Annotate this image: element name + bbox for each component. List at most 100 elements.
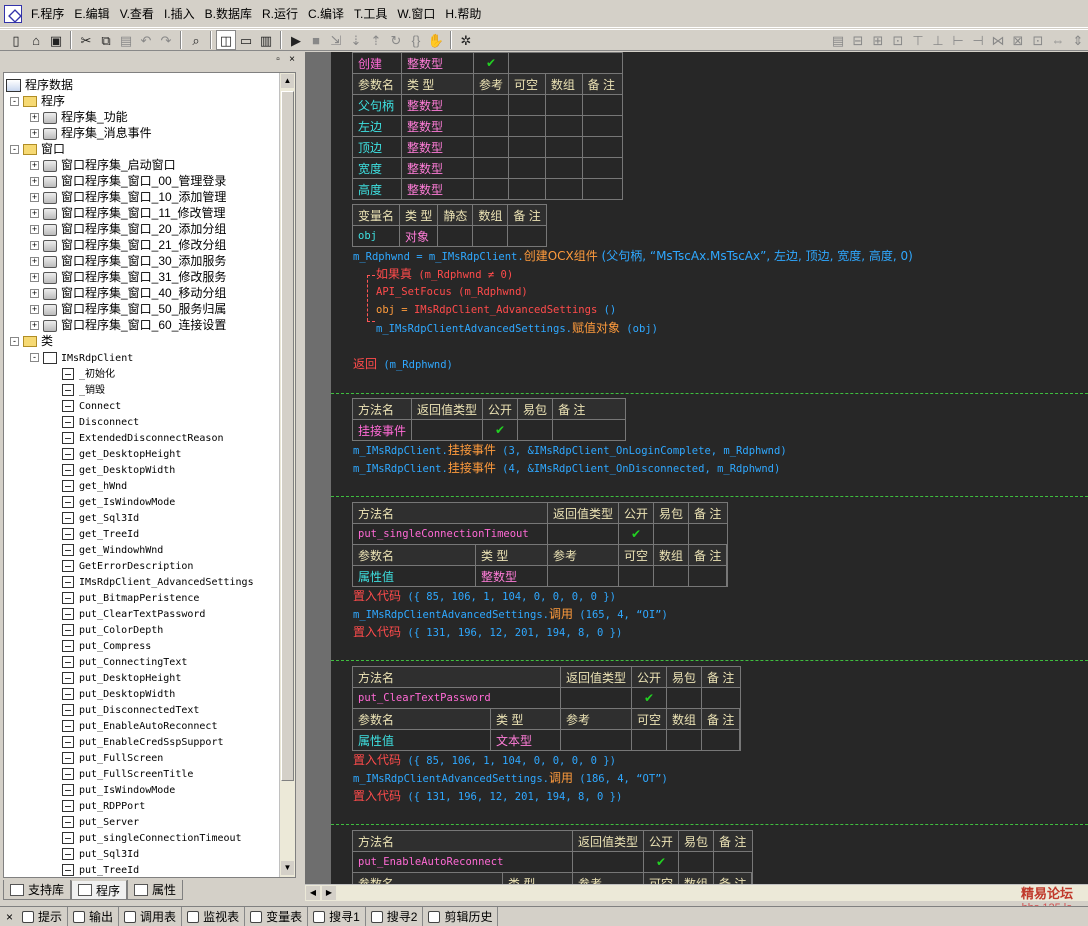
tree-item-window[interactable]: + 窗口程序集_窗口_21_修改分组 bbox=[30, 237, 226, 253]
tree-item-method[interactable]: get_Sql3Id bbox=[62, 509, 139, 525]
sub-name[interactable]: 创建 bbox=[352, 52, 402, 74]
tree-item-method[interactable]: get_hWnd bbox=[62, 477, 127, 493]
hspace-icon[interactable]: ⊠ bbox=[1008, 30, 1028, 50]
align-center-icon[interactable]: ⊞ bbox=[868, 30, 888, 50]
tab-hint[interactable]: 提示 bbox=[17, 906, 69, 926]
collapse-icon[interactable]: - bbox=[10, 145, 19, 155]
align-bottom-icon[interactable]: ⊢ bbox=[948, 30, 968, 50]
tree-item-method[interactable]: Connect bbox=[62, 397, 121, 413]
align-right-icon[interactable]: ⊡ bbox=[888, 30, 908, 50]
code-line[interactable]: m_IMsRdpClientAdvancedSettings.调用 (165, … bbox=[353, 607, 668, 622]
tree-item-method[interactable]: put_FullScreenTitle bbox=[62, 765, 193, 781]
param-type[interactable]: 文本型 bbox=[490, 729, 561, 751]
sub-return-type[interactable]: 整数型 bbox=[401, 52, 474, 74]
vspace-icon[interactable]: ⊡ bbox=[1028, 30, 1048, 50]
menu-tools[interactable]: T.工具 bbox=[349, 4, 392, 24]
step-out-icon[interactable]: ⇡ bbox=[366, 30, 386, 50]
folder-window[interactable]: - 窗口 bbox=[10, 141, 65, 157]
find-icon[interactable]: ⌕ bbox=[186, 30, 206, 50]
expand-icon[interactable]: + bbox=[30, 129, 39, 139]
tab-variables[interactable]: 变量表 bbox=[245, 906, 309, 926]
align-middle-icon[interactable]: ⊥ bbox=[928, 30, 948, 50]
param-name[interactable]: 父句柄 bbox=[352, 94, 402, 116]
menu-window[interactable]: W.窗口 bbox=[392, 4, 440, 24]
tree-item-method[interactable]: put_DesktopHeight bbox=[62, 669, 181, 685]
public-check[interactable]: ✔ bbox=[631, 687, 668, 709]
align-left-icon[interactable]: ⊟ bbox=[848, 30, 868, 50]
tree-item-method[interactable]: GetErrorDescription bbox=[62, 557, 193, 573]
cut-icon[interactable]: ✂ bbox=[76, 30, 96, 50]
tree-item-method[interactable]: put_Sql3Id bbox=[62, 845, 139, 861]
layout-side-icon[interactable]: ▥ bbox=[256, 30, 276, 50]
tree-item-method[interactable]: put_ClearTextPassword bbox=[62, 605, 205, 621]
expand-icon[interactable]: + bbox=[30, 161, 39, 171]
tree-item-method[interactable]: put_IsWindowMode bbox=[62, 781, 175, 797]
code-line[interactable]: obj = IMsRdpClient_AdvancedSettings () bbox=[376, 303, 616, 317]
stop-icon[interactable]: ■ bbox=[306, 30, 326, 50]
expand-icon[interactable]: + bbox=[30, 209, 39, 219]
tab-properties[interactable]: 属性 bbox=[127, 880, 184, 900]
expand-icon[interactable]: + bbox=[30, 257, 39, 267]
tree-item-method[interactable]: get_DesktopHeight bbox=[62, 445, 181, 461]
menu-program[interactable]: F.程序 bbox=[26, 4, 69, 24]
menu-edit[interactable]: E.编辑 bbox=[69, 4, 114, 24]
method-name[interactable]: put_singleConnectionTimeout bbox=[352, 523, 548, 545]
tree-item-method[interactable]: Disconnect bbox=[62, 413, 139, 429]
run-icon[interactable]: ▶ bbox=[286, 30, 306, 50]
tree-item-method[interactable]: put_Compress bbox=[62, 637, 151, 653]
tree-item-method[interactable]: IMsRdpClient_AdvancedSettings bbox=[62, 573, 254, 589]
param-type[interactable]: 整数型 bbox=[475, 565, 548, 587]
layout-split-icon[interactable]: ◫ bbox=[216, 30, 236, 50]
tree-item-window[interactable]: + 窗口程序集_窗口_50_服务归属 bbox=[30, 301, 226, 317]
scroll-left-icon[interactable]: ◀ bbox=[306, 886, 320, 900]
collapse-icon[interactable]: - bbox=[30, 353, 39, 363]
tree-item-window[interactable]: + 窗口程序集_窗口_30_添加服务 bbox=[30, 253, 226, 269]
tree-item-method[interactable]: put_ConnectingText bbox=[62, 653, 187, 669]
tree-item-method[interactable]: put_EnableCredSspSupport bbox=[62, 733, 224, 749]
code-line[interactable]: 置入代码 ({ 131, 196, 12, 201, 194, 8, 0 }) bbox=[353, 789, 622, 804]
expand-icon[interactable]: + bbox=[30, 241, 39, 251]
tree-item-window[interactable]: + 窗口程序集_窗口_40_移动分组 bbox=[30, 285, 226, 301]
tree-item-window[interactable]: + 窗口程序集_窗口_31_修改服务 bbox=[30, 269, 226, 285]
method-name[interactable]: put_ClearTextPassword bbox=[352, 687, 561, 709]
expand-icon[interactable]: + bbox=[30, 273, 39, 283]
scroll-right-icon[interactable]: ▶ bbox=[322, 886, 336, 900]
tree-item-method[interactable]: put_singleConnectionTimeout bbox=[62, 829, 242, 845]
param-type[interactable]: 整数型 bbox=[401, 178, 474, 200]
expand-icon[interactable]: + bbox=[30, 321, 39, 331]
tree-item-method[interactable]: put_DisconnectedText bbox=[62, 701, 199, 717]
code-line[interactable]: 置入代码 ({ 85, 106, 1, 104, 0, 0, 0, 0 }) bbox=[353, 589, 616, 604]
tree-item-method[interactable]: _初始化 bbox=[62, 365, 115, 381]
expand-icon[interactable]: + bbox=[30, 113, 39, 123]
menu-view[interactable]: V.查看 bbox=[115, 4, 159, 24]
same-width-icon[interactable]: ⊣ bbox=[968, 30, 988, 50]
open-folder-icon[interactable]: ⌂ bbox=[26, 30, 46, 50]
tab-watch[interactable]: 监视表 bbox=[182, 906, 246, 926]
tree-item-method[interactable]: put_DesktopWidth bbox=[62, 685, 175, 701]
code-editor[interactable]: 创建 整数型 ✔ 参数名类 型参考 可空 数组备 注 父句柄 整数型 左边 整数型 顶边 整数… bbox=[331, 52, 1088, 884]
scroll-up-icon[interactable]: ▲ bbox=[281, 74, 294, 88]
center-h-icon[interactable]: ⇔ bbox=[1048, 30, 1068, 50]
editor-hscrollbar[interactable]: ◀ ▶ bbox=[305, 884, 1088, 901]
expand-icon[interactable]: + bbox=[30, 225, 39, 235]
public-check[interactable]: ✔ bbox=[643, 851, 680, 873]
tree-root[interactable]: 程序数据 bbox=[6, 77, 73, 93]
tree-item-window[interactable]: + 窗口程序集_窗口_10_添加管理 bbox=[30, 189, 226, 205]
method-name[interactable]: put_EnableAutoReconnect bbox=[352, 851, 573, 873]
expand-icon[interactable]: + bbox=[30, 177, 39, 187]
tab-program[interactable]: 程序 bbox=[71, 880, 128, 900]
tab-clip-history[interactable]: 剪辑历史 bbox=[423, 906, 499, 926]
code-line[interactable]: m_IMsRdpClient.挂接事件 (4, &IMsRdpClient_On… bbox=[353, 461, 780, 476]
param-type[interactable]: 整数型 bbox=[401, 94, 474, 116]
menu-insert[interactable]: I.插入 bbox=[159, 4, 200, 24]
hand-icon[interactable]: ✋ bbox=[426, 30, 446, 50]
step-icon[interactable]: ⇲ bbox=[326, 30, 346, 50]
save-icon[interactable]: ▣ bbox=[46, 30, 66, 50]
method-name[interactable]: 挂接事件 bbox=[351, 419, 413, 441]
tab-search2[interactable]: 搜寻2 bbox=[366, 906, 424, 926]
menu-database[interactable]: B.数据库 bbox=[200, 4, 257, 24]
tree-item-method[interactable]: get_IsWindowMode bbox=[62, 493, 175, 509]
step-over-icon[interactable]: ⇣ bbox=[346, 30, 366, 50]
public-check[interactable]: ✔ bbox=[618, 523, 655, 545]
param-type[interactable]: 整数型 bbox=[401, 157, 474, 179]
